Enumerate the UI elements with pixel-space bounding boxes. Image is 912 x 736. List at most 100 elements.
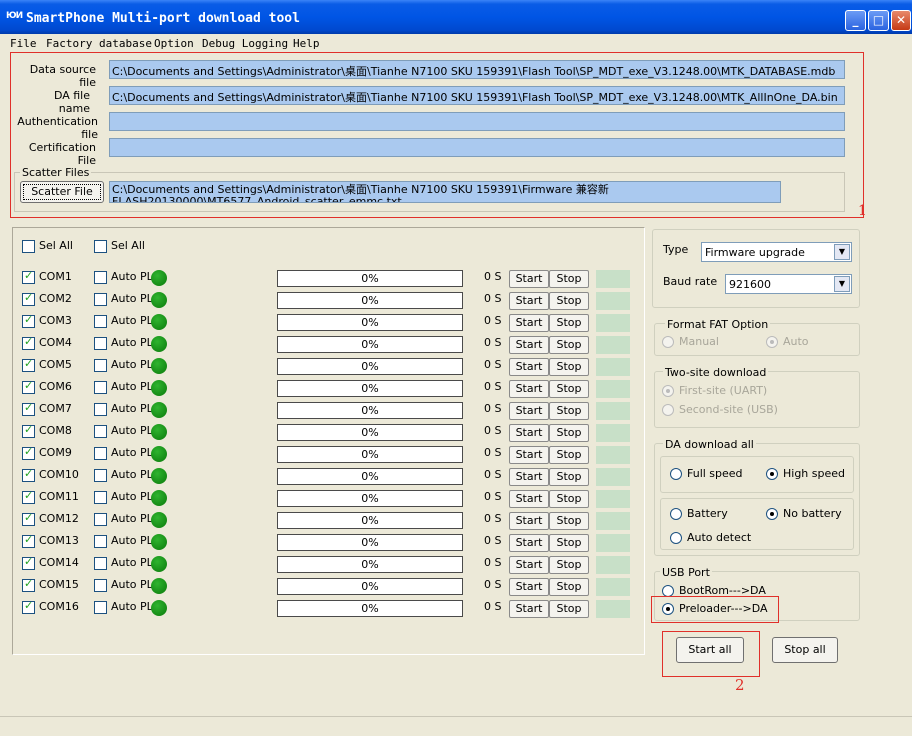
com-checkbox[interactable] xyxy=(22,291,35,306)
scatter-file-button[interactable]: Scatter File xyxy=(20,181,104,203)
auto-pl-checkbox[interactable] xyxy=(94,425,107,438)
stop-button[interactable]: Stop xyxy=(549,358,589,376)
stop-button[interactable]: Stop xyxy=(549,314,589,332)
stop-all-button[interactable]: Stop all xyxy=(772,637,838,663)
auto-pl-checkbox[interactable] xyxy=(94,491,107,504)
menu-help[interactable]: Help xyxy=(293,37,320,50)
auto-pl-checkbox[interactable] xyxy=(94,447,107,460)
cert-file-field[interactable] xyxy=(109,138,845,157)
start-button[interactable]: Start xyxy=(509,446,549,464)
auto-pl-checkbox[interactable] xyxy=(94,315,107,328)
start-button[interactable]: Start xyxy=(509,402,549,420)
minimize-button[interactable]: _ xyxy=(845,10,866,31)
menu-file[interactable]: File xyxy=(10,37,37,50)
battery-radio[interactable] xyxy=(670,508,682,520)
menu-option[interactable]: Option xyxy=(154,37,194,50)
auto-pl-checkbox[interactable] xyxy=(94,359,107,372)
stop-button[interactable]: Stop xyxy=(549,446,589,464)
com-checkbox[interactable] xyxy=(22,445,35,460)
start-button[interactable]: Start xyxy=(509,292,549,310)
start-button[interactable]: Start xyxy=(509,270,549,288)
com-checkbox[interactable] xyxy=(22,423,35,438)
auto-pl-checkbox[interactable] xyxy=(94,337,107,350)
start-button[interactable]: Start xyxy=(509,512,549,530)
start-button[interactable]: Start xyxy=(509,534,549,552)
stop-button[interactable]: Stop xyxy=(549,402,589,420)
stop-button[interactable]: Stop xyxy=(549,512,589,530)
start-button[interactable]: Start xyxy=(509,380,549,398)
com-checkbox[interactable] xyxy=(22,335,35,350)
auto-pl-checkbox[interactable] xyxy=(94,271,107,284)
format-manual-radio[interactable] xyxy=(662,336,674,348)
da-file-field[interactable]: C:\Documents and Settings\Administrator\… xyxy=(109,86,845,105)
stop-button[interactable]: Stop xyxy=(549,468,589,486)
stop-button[interactable]: Stop xyxy=(549,556,589,574)
stop-button[interactable]: Stop xyxy=(549,534,589,552)
stop-button[interactable]: Stop xyxy=(549,600,589,618)
type-select[interactable]: Firmware upgrade ▼ xyxy=(701,242,852,262)
com-checkbox[interactable] xyxy=(22,599,35,614)
auto-detect-radio[interactable] xyxy=(670,532,682,544)
start-button[interactable]: Start xyxy=(509,490,549,508)
sel-all-label: Sel All xyxy=(39,239,73,252)
auto-pl-checkbox[interactable] xyxy=(94,381,107,394)
menu-debug-logging[interactable]: Debug Logging xyxy=(202,37,288,50)
auto-pl-label: Auto PL xyxy=(111,402,153,415)
com-checkbox[interactable] xyxy=(22,577,35,592)
stop-button[interactable]: Stop xyxy=(549,424,589,442)
sel-all-auto-checkbox[interactable] xyxy=(94,240,107,253)
auto-pl-checkbox[interactable] xyxy=(94,403,107,416)
start-button[interactable]: Start xyxy=(509,336,549,354)
start-button[interactable]: Start xyxy=(509,358,549,376)
com-checkbox[interactable] xyxy=(22,357,35,372)
high-speed-radio[interactable] xyxy=(766,468,778,480)
stop-button[interactable]: Stop xyxy=(549,270,589,288)
full-speed-radio[interactable] xyxy=(670,468,682,480)
data-source-field[interactable]: C:\Documents and Settings\Administrator\… xyxy=(109,60,845,79)
com-checkbox[interactable] xyxy=(22,489,35,504)
com-checkbox[interactable] xyxy=(22,511,35,526)
start-button[interactable]: Start xyxy=(509,468,549,486)
scatter-file-field[interactable]: C:\Documents and Settings\Administrator\… xyxy=(109,181,781,203)
start-button[interactable]: Start xyxy=(509,314,549,332)
second-site-radio[interactable] xyxy=(662,404,674,416)
auth-file-field[interactable] xyxy=(109,112,845,131)
close-button[interactable]: ✕ xyxy=(891,10,911,31)
progress-bar: 0% xyxy=(277,600,463,617)
start-button[interactable]: Start xyxy=(509,556,549,574)
stop-button[interactable]: Stop xyxy=(549,490,589,508)
com-checkbox[interactable] xyxy=(22,401,35,416)
format-auto-radio[interactable] xyxy=(766,336,778,348)
stop-button[interactable]: Stop xyxy=(549,578,589,596)
auto-pl-checkbox[interactable] xyxy=(94,535,107,548)
auto-pl-checkbox[interactable] xyxy=(94,579,107,592)
auto-pl-checkbox[interactable] xyxy=(94,513,107,526)
com-checkbox[interactable] xyxy=(22,379,35,394)
title-bar[interactable]: ЮИ SmartPhone Multi-port download tool _… xyxy=(0,0,912,34)
sel-all-checkbox[interactable] xyxy=(22,240,35,253)
chevron-down-icon[interactable]: ▼ xyxy=(834,244,850,260)
maximize-button[interactable]: □ xyxy=(868,10,889,31)
no-battery-radio[interactable] xyxy=(766,508,778,520)
auto-pl-checkbox[interactable] xyxy=(94,293,107,306)
auto-pl-checkbox[interactable] xyxy=(94,469,107,482)
status-led-icon xyxy=(151,380,167,396)
com-checkbox[interactable] xyxy=(22,467,35,482)
com-checkbox[interactable] xyxy=(22,555,35,570)
com-checkbox[interactable] xyxy=(22,269,35,284)
com-checkbox[interactable] xyxy=(22,313,35,328)
start-button[interactable]: Start xyxy=(509,578,549,596)
auto-pl-checkbox[interactable] xyxy=(94,601,107,614)
start-button[interactable]: Start xyxy=(509,600,549,618)
elapsed-time: 0 S xyxy=(484,578,502,591)
menu-factory-database[interactable]: Factory database xyxy=(46,37,152,50)
auto-pl-checkbox[interactable] xyxy=(94,557,107,570)
chevron-down-icon[interactable]: ▼ xyxy=(834,276,850,292)
first-site-radio[interactable] xyxy=(662,385,674,397)
start-button[interactable]: Start xyxy=(509,424,549,442)
stop-button[interactable]: Stop xyxy=(549,292,589,310)
baud-rate-select[interactable]: 921600 ▼ xyxy=(725,274,852,294)
stop-button[interactable]: Stop xyxy=(549,336,589,354)
stop-button[interactable]: Stop xyxy=(549,380,589,398)
com-checkbox[interactable] xyxy=(22,533,35,548)
